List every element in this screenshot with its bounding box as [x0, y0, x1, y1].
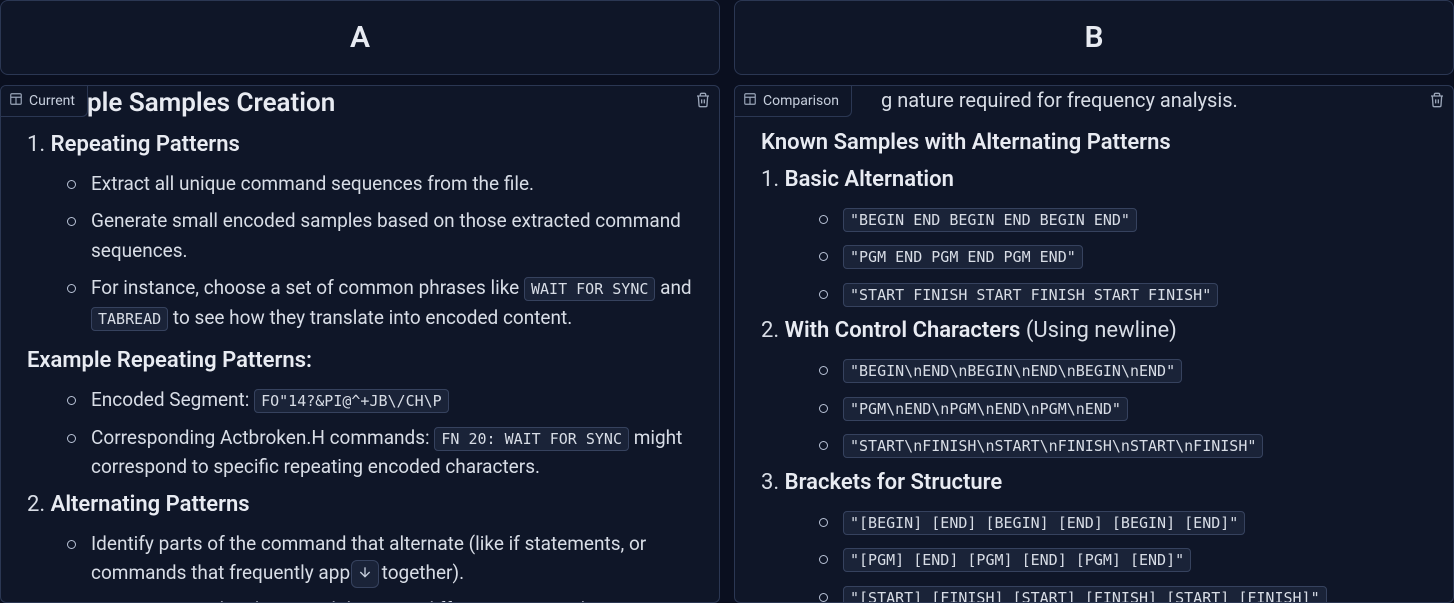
r-sec3-num: 3.	[761, 470, 779, 495]
sec2-title: Alternating Patterns	[51, 492, 250, 517]
tab-current-label: Current	[29, 93, 75, 109]
list-item: Corresponding Actbroken.H commands: FN 2…	[67, 423, 693, 482]
list-item: For instance, choose a set of common phr…	[67, 273, 693, 332]
code-inline: "[START] [FINISH] [START] [FINISH] [STAR…	[843, 586, 1327, 603]
list-item: "BEGIN END BEGIN END BEGIN END"	[819, 204, 1427, 233]
list-item: "[PGM] [END] [PGM] [END] [PGM] [END]"	[819, 544, 1427, 573]
sec1-num: 1.	[27, 132, 45, 157]
list-item: "[START] [FINISH] [START] [FINISH] [STAR…	[819, 582, 1427, 603]
intro-text: g nature required for frequency analysis…	[761, 88, 1427, 112]
code-inline: WAIT FOR SYNC	[524, 277, 655, 301]
split-container: A Current ple Samples Creation 1. Repeat…	[0, 0, 1454, 603]
sec2-head: 2. Alternating Patterns	[27, 492, 693, 517]
header-a: A	[0, 0, 720, 75]
list-item: "BEGIN\nEND\nBEGIN\nEND\nBEGIN\nEND"	[819, 355, 1427, 384]
layout-icon	[743, 92, 757, 110]
r-sec2-head: 2. With Control Characters (Using newlin…	[761, 318, 1427, 343]
content-card-b: Comparison g nature required for frequen…	[734, 85, 1454, 603]
r-sec1-list: "BEGIN END BEGIN END BEGIN END" "PGM END…	[761, 204, 1427, 308]
sec1-title: Repeating Patterns	[51, 132, 240, 157]
code-inline: "START\nFINISH\nSTART\nFINISH\nSTART\nFI…	[843, 434, 1263, 458]
list-item: Generate samples that switch between dif…	[67, 595, 693, 602]
list-item: Extract all unique command sequences fro…	[67, 169, 693, 198]
text: to see how they translate into encoded c…	[168, 306, 572, 329]
r-sec3-head: 3. Brackets for Structure	[761, 470, 1427, 495]
known-head: Known Samples with Alternating Patterns	[761, 130, 1427, 155]
list-item: Generate small encoded samples based on …	[67, 206, 693, 265]
content-card-a: Current ple Samples Creation 1. Repeatin…	[0, 85, 720, 603]
list-item: "START\nFINISH\nSTART\nFINISH\nSTART\nFI…	[819, 430, 1427, 459]
r-sec1-title: Basic Alternation	[785, 167, 954, 192]
r-sec1-head: 1. Basic Alternation	[761, 167, 1427, 192]
r-sec1-num: 1.	[761, 167, 779, 192]
tab-comparison-label: Comparison	[763, 93, 839, 109]
content-scroll-a[interactable]: ple Samples Creation 1. Repeating Patter…	[1, 86, 719, 602]
list-item: "PGM END PGM END PGM END"	[819, 241, 1427, 270]
column-b: B Comparison g nature required for frequ…	[734, 0, 1454, 603]
code-inline: "BEGIN END BEGIN END BEGIN END"	[843, 208, 1137, 232]
column-a: A Current ple Samples Creation 1. Repeat…	[0, 0, 720, 603]
r-sec3-title: Brackets for Structure	[785, 470, 1003, 495]
list-item: "[BEGIN] [END] [BEGIN] [END] [BEGIN] [EN…	[819, 507, 1427, 536]
page-title-a: ple Samples Creation	[27, 88, 693, 118]
content-scroll-b[interactable]: g nature required for frequency analysis…	[735, 86, 1453, 602]
r-sec3-list: "[BEGIN] [END] [BEGIN] [END] [BEGIN] [EN…	[761, 507, 1427, 602]
header-b-label: B	[1084, 20, 1103, 55]
code-inline: "PGM END PGM END PGM END"	[843, 245, 1083, 269]
delete-button-a[interactable]	[691, 90, 715, 114]
sec1-list: Extract all unique command sequences fro…	[27, 169, 693, 332]
trash-icon	[1429, 92, 1445, 112]
code-inline: FN 20: WAIT FOR SYNC	[434, 427, 629, 451]
sec1-head: 1. Repeating Patterns	[27, 132, 693, 157]
text: For instance, choose a set of common phr…	[91, 276, 524, 299]
text: and	[655, 276, 691, 299]
header-a-label: A	[350, 20, 370, 55]
sec2-num: 2.	[27, 492, 45, 517]
list-item: Identify parts of the command that alter…	[67, 529, 693, 588]
delete-button-b[interactable]	[1425, 90, 1449, 114]
tab-comparison[interactable]: Comparison	[735, 86, 852, 117]
code-inline: "[BEGIN] [END] [BEGIN] [END] [BEGIN] [EN…	[843, 511, 1245, 535]
r-sec2-list: "BEGIN\nEND\nBEGIN\nEND\nBEGIN\nEND" "PG…	[761, 355, 1427, 459]
arrow-down-icon	[357, 564, 373, 584]
r-sec2-title: With Control Characters	[785, 318, 1021, 343]
header-b: B	[734, 0, 1454, 75]
text: Corresponding Actbroken.H commands:	[91, 426, 434, 449]
tab-current[interactable]: Current	[1, 86, 88, 117]
code-inline: "START FINISH START FINISH START FINISH"	[843, 283, 1218, 307]
example-list: Encoded Segment: FO"14?&PI@^+JB\/CH\P Co…	[27, 385, 693, 481]
code-inline: "[PGM] [END] [PGM] [END] [PGM] [END]"	[843, 548, 1191, 572]
r-sec2-num: 2.	[761, 318, 779, 343]
text: Encoded Segment:	[91, 388, 254, 411]
code-inline: "PGM\nEND\nPGM\nEND\nPGM\nEND"	[843, 397, 1128, 421]
layout-icon	[9, 92, 23, 110]
trash-icon	[695, 92, 711, 112]
list-item: "PGM\nEND\nPGM\nEND\nPGM\nEND"	[819, 393, 1427, 422]
code-inline: TABREAD	[91, 307, 168, 331]
code-inline: "BEGIN\nEND\nBEGIN\nEND\nBEGIN\nEND"	[843, 359, 1182, 383]
scroll-down-button[interactable]	[351, 560, 379, 588]
list-item: Encoded Segment: FO"14?&PI@^+JB\/CH\P	[67, 385, 693, 414]
r-sec2-paren: (Using newline)	[1026, 318, 1177, 343]
list-item: "START FINISH START FINISH START FINISH"	[819, 279, 1427, 308]
code-inline: FO"14?&PI@^+JB\/CH\P	[254, 389, 449, 413]
example-head: Example Repeating Patterns:	[27, 348, 693, 373]
